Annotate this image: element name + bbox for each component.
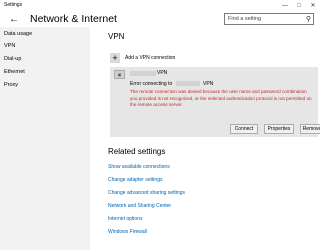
sidebar-item-dial-up[interactable]: Dial-up [4,56,21,62]
properties-button[interactable]: Properties [264,124,294,134]
search-input[interactable]: Find a setting ⚲ [224,13,314,25]
error-prefix: Error connecting to [130,81,173,87]
maximize-button[interactable]: □ [292,0,306,11]
connect-button[interactable]: Connect [230,124,258,134]
remove-button[interactable]: Remove [300,124,320,134]
link-show-available-connections[interactable]: Show available connections [108,164,170,170]
close-button[interactable]: ✕ [306,0,320,11]
back-arrow-icon[interactable]: ← [8,13,20,25]
link-change-adapter-settings[interactable]: Change adapter settings [108,177,162,183]
section-title-vpn: VPN [108,32,125,41]
vpn-name-label: VPN [157,70,168,76]
sidebar-item-vpn[interactable]: VPN [4,43,15,49]
window-title: Settings [4,2,23,8]
vpn-connection-card[interactable]: ▣ VPN Error connecting to VPN The remote… [110,67,320,137]
link-change-advanced-sharing-settings[interactable]: Change advanced sharing settings [108,190,185,196]
main-content: VPN + Add a VPN connection ▣ VPN Error c… [90,27,320,250]
title-bar: Settings — □ ✕ [0,0,320,11]
sidebar-item-data-usage[interactable]: Data usage [4,31,32,37]
window-controls: — □ ✕ [278,0,320,11]
error-heading: Error connecting to VPN [130,81,213,87]
vpn-network-icon: ▣ [114,70,125,79]
add-vpn-connection-button[interactable]: + Add a VPN connection [110,51,175,65]
link-windows-firewall[interactable]: Windows Firewall [108,229,147,235]
add-vpn-label: Add a VPN connection [125,55,176,61]
sidebar-item-proxy[interactable]: Proxy [4,82,18,88]
link-internet-options[interactable]: Internet options [108,216,142,222]
page-title: Network & Internet [30,13,117,25]
plus-icon: + [110,53,120,63]
error-message: The remote connection was denied because… [130,89,312,107]
redacted-vpn-name-2 [175,81,200,87]
search-placeholder: Find a setting [228,16,262,22]
page-header: ← Network & Internet Find a setting ⚲ [0,11,320,27]
sidebar-item-ethernet[interactable]: Ethernet [4,69,25,75]
search-icon[interactable]: ⚲ [306,15,311,23]
redacted-vpn-name [130,71,156,76]
sidebar: Data usage VPN Dial-up Ethernet Proxy [0,27,90,250]
related-settings-title: Related settings [108,147,166,156]
minimize-button[interactable]: — [278,0,292,11]
link-network-and-sharing-center[interactable]: Network and Sharing Center [108,203,171,209]
error-suffix: VPN [203,81,214,87]
